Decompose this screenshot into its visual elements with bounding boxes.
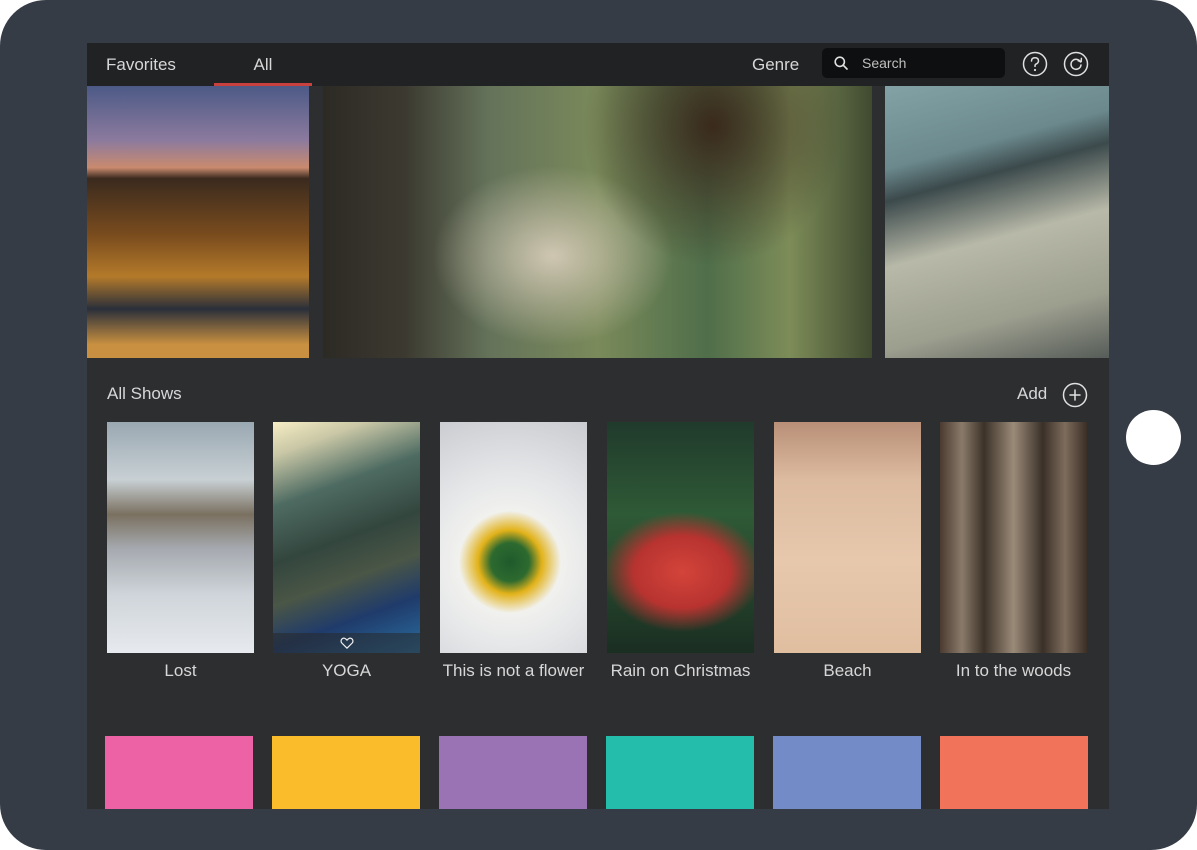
tab-all[interactable]: All: [214, 43, 312, 86]
add-button[interactable]: Add: [1017, 384, 1047, 404]
show-title: Beach: [823, 661, 872, 680]
help-icon[interactable]: [1022, 51, 1048, 77]
app-screen: Favorites All Genre Search All Shows Add…: [87, 43, 1109, 809]
show-card[interactable]: This is not a flower: [440, 422, 587, 681]
hero-slide-city[interactable]: [87, 86, 309, 358]
favorite-bar: [273, 633, 420, 653]
search-icon: [834, 56, 848, 70]
refresh-icon[interactable]: [1063, 51, 1089, 77]
show-title: In to the woods: [955, 661, 1072, 680]
show-title: This is not a flower: [442, 661, 585, 680]
genre-swatch-coral[interactable]: [940, 736, 1088, 809]
home-button[interactable]: [1126, 410, 1181, 465]
show-card[interactable]: YOGA: [273, 422, 420, 681]
search-input[interactable]: [862, 48, 997, 78]
hero-slide-featured[interactable]: [323, 86, 872, 358]
plus-circle-icon[interactable]: [1062, 382, 1088, 408]
show-title: YOGA: [321, 661, 372, 680]
genre-swatch-yellow[interactable]: [272, 736, 420, 809]
genre-swatch-teal[interactable]: [606, 736, 754, 809]
show-title: Rain on Christmas: [610, 661, 751, 680]
show-card[interactable]: In to the woods: [940, 422, 1087, 681]
show-thumbnail[interactable]: [774, 422, 921, 653]
show-thumbnail[interactable]: [940, 422, 1087, 653]
hero-slide-map[interactable]: [885, 86, 1109, 358]
show-card[interactable]: Rain on Christmas: [607, 422, 754, 681]
genre-swatch-purple[interactable]: [439, 736, 587, 809]
show-thumbnail[interactable]: [273, 422, 420, 653]
show-thumbnail[interactable]: [607, 422, 754, 653]
show-thumbnail[interactable]: [440, 422, 587, 653]
search-box[interactable]: [822, 48, 1005, 78]
heart-icon[interactable]: [340, 636, 354, 650]
tablet-frame: Favorites All Genre Search All Shows Add…: [0, 0, 1197, 850]
genre-swatch-pink[interactable]: [105, 736, 253, 809]
show-title: Lost: [164, 661, 197, 680]
genre-button[interactable]: Genre: [752, 43, 799, 86]
show-card[interactable]: Lost: [107, 422, 254, 681]
show-card[interactable]: Beach: [774, 422, 921, 681]
show-thumbnail[interactable]: [107, 422, 254, 653]
top-nav: Favorites All Genre: [87, 43, 1109, 86]
genre-swatch-blue[interactable]: [773, 736, 921, 809]
section-title-all-shows: All Shows: [107, 384, 182, 403]
tab-favorites[interactable]: Favorites: [106, 43, 176, 86]
